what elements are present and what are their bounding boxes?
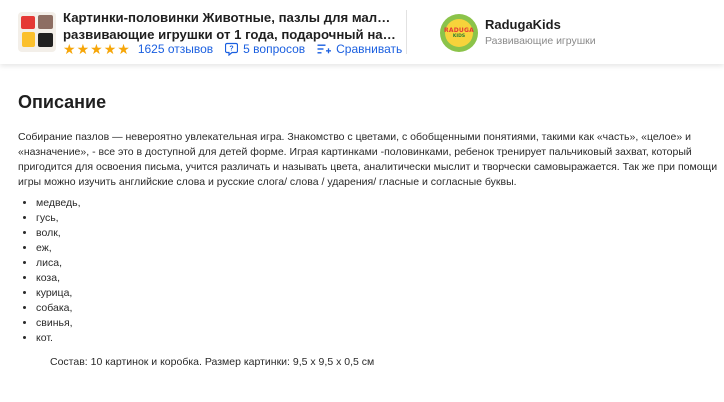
- seller-logo-text: RADUGA: [444, 27, 474, 34]
- questions-link[interactable]: ? 5 вопросов: [225, 42, 305, 56]
- product-title[interactable]: Картинки-половинки Животные, пазлы для м…: [63, 9, 401, 43]
- seller-logo[interactable]: RADUGA KIDS: [440, 14, 478, 52]
- questions-label: 5 вопросов: [243, 42, 306, 56]
- list-item: курица,: [36, 286, 81, 301]
- list-item: собака,: [36, 301, 81, 316]
- puzzle-piece-image: [22, 32, 35, 47]
- list-item: лиса,: [36, 256, 81, 271]
- description-heading: Описание: [18, 92, 107, 112]
- list-item: еж,: [36, 241, 81, 256]
- star-icon: ★: [90, 41, 103, 57]
- header-divider: [406, 10, 407, 54]
- compare-list-icon: [317, 43, 332, 55]
- svg-text:?: ?: [230, 46, 234, 53]
- question-bubble-icon: ?: [225, 42, 239, 56]
- star-icon: ★: [76, 41, 90, 57]
- star-icon: ★: [63, 41, 76, 57]
- product-title-line-1: Картинки-половинки Животные, пазлы для м…: [63, 10, 401, 25]
- product-meta: ★ ★ ★ ★ ★ 1625 отзывов ? 5 вопросов Срав…: [63, 40, 414, 58]
- rating-stars: ★ ★ ★ ★ ★: [63, 42, 131, 56]
- list-item: гусь,: [36, 211, 81, 226]
- description-paragraph: Собирание пазлов — невероятно увлекатель…: [18, 131, 718, 188]
- puzzle-piece-image: [21, 16, 35, 29]
- list-item: коза,: [36, 271, 81, 286]
- seller-subtitle: Развивающие игрушки: [485, 35, 596, 47]
- star-icon: ★: [117, 41, 130, 57]
- list-item: кот.: [36, 331, 81, 346]
- composition-text: Состав: 10 картинок и коробка. Размер ка…: [50, 356, 375, 368]
- list-item: медведь,: [36, 196, 81, 211]
- product-header: Картинки-половинки Животные, пазлы для м…: [0, 0, 724, 64]
- compare-button[interactable]: Сравнивать: [317, 42, 402, 56]
- seller-logo-subtext: KIDS: [452, 34, 466, 39]
- reviews-link[interactable]: 1625 отзывов: [138, 42, 213, 56]
- animals-list: медведь, гусь, волк, еж, лиса, коза, кур…: [18, 196, 81, 346]
- seller-name[interactable]: RadugaKids: [485, 17, 561, 32]
- list-item: свинья,: [36, 316, 81, 331]
- puzzle-piece-image: [38, 15, 53, 29]
- puzzle-piece-image: [38, 33, 53, 47]
- list-item: волк,: [36, 226, 81, 241]
- star-icon: ★: [103, 41, 117, 57]
- product-thumbnail[interactable]: [18, 12, 56, 52]
- compare-label: Сравнивать: [336, 42, 403, 56]
